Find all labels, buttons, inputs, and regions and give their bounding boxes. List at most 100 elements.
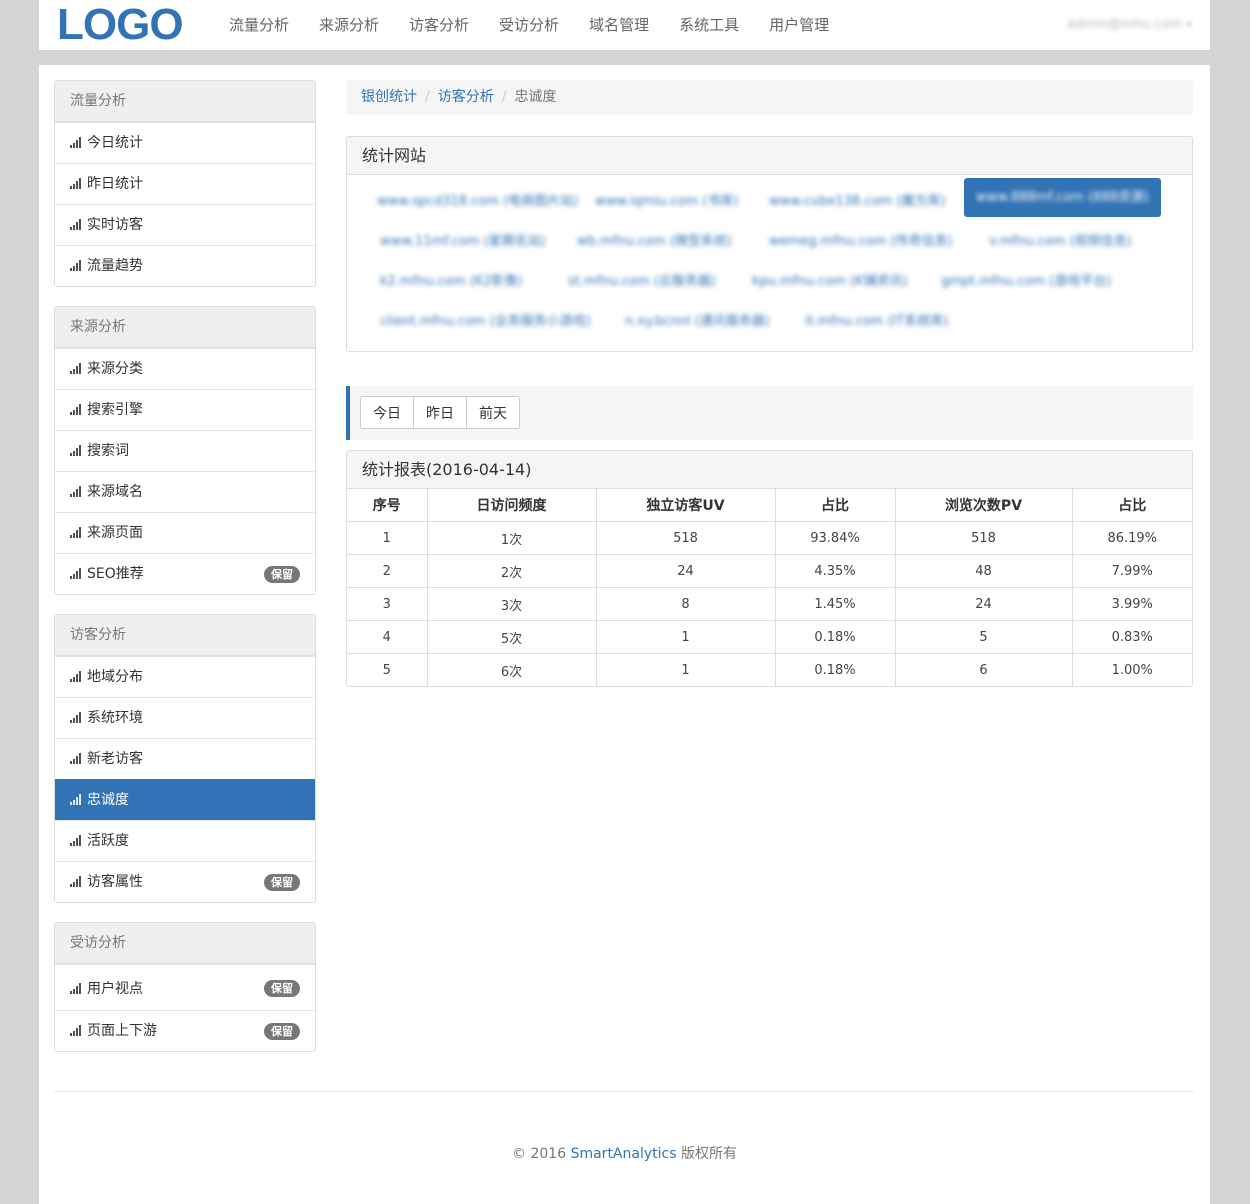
- site-link-active[interactable]: www.888mf.com (888资源): [964, 178, 1161, 217]
- today-button[interactable]: 今日: [360, 396, 414, 429]
- topnav-visited[interactable]: 受访分析: [484, 0, 574, 50]
- topnav-domain[interactable]: 域名管理: [574, 0, 664, 50]
- sidebar-panel-traffic: 流量分析 今日统计 昨日统计 实时访客 流量趋势: [54, 80, 316, 287]
- footer-divider: [54, 1091, 1194, 1092]
- reserved-badge: 保留: [264, 980, 300, 997]
- table-cell: 3次: [426, 587, 597, 621]
- signal-bars-icon: [70, 794, 83, 805]
- sidebar-item-label: 新老访客: [87, 751, 143, 767]
- table-cell: 5次: [426, 620, 597, 654]
- column-header: 日访问频度: [426, 489, 597, 522]
- table-cell: 48: [894, 554, 1073, 588]
- sidebar-item-new-returning[interactable]: 新老访客: [55, 738, 315, 779]
- logo[interactable]: LOGO: [57, 1, 184, 49]
- breadcrumb-parent[interactable]: 访客分析: [438, 89, 494, 105]
- table-cell: 3: [347, 587, 428, 621]
- table-header-row: 序号 日访问频度 独立访客UV 占比 浏览次数PV 占比: [347, 489, 1192, 522]
- sidebar-item-label: 来源域名: [87, 484, 143, 500]
- table-row: 2 2次 24 4.35% 48 7.99%: [347, 554, 1192, 588]
- site-link[interactable]: gmpt.mfnu.com (游戏平台): [941, 270, 1111, 289]
- table-cell: 4.35%: [774, 554, 896, 588]
- site-link[interactable]: www.11mf.com (星期名站): [380, 230, 546, 249]
- sidebar-heading: 流量分析: [55, 81, 315, 122]
- sidebar-panel-source: 来源分析 来源分类 搜索引擎 搜索词 来源域名 来源页面 SEO推荐 保留: [54, 306, 316, 595]
- column-header: 浏览次数PV: [894, 489, 1073, 522]
- site-link[interactable]: it.mfnu.com (IT系统库): [805, 310, 949, 329]
- sidebar-item-seo[interactable]: SEO推荐 保留: [55, 553, 315, 594]
- site-link[interactable]: n.xy.bcnnl (通讯服务器): [625, 310, 770, 329]
- site-link[interactable]: wb.mfnu.com (微型系统): [577, 230, 732, 249]
- site-link[interactable]: st.mfnu.com (云服务器): [568, 270, 716, 289]
- table-cell: 1: [595, 653, 776, 686]
- sidebar-item-label: 活跃度: [87, 833, 129, 849]
- signal-bars-icon: [70, 876, 83, 887]
- date-button-group: 今日 昨日 前天: [360, 396, 520, 429]
- site-link[interactable]: www.iqmiu.com (书库): [595, 190, 738, 209]
- site-link[interactable]: www.cube138.com (魔方库): [769, 190, 945, 209]
- sidebar-item-yesterday[interactable]: 昨日统计: [55, 163, 315, 204]
- sidebar-item-label: 来源页面: [87, 525, 143, 541]
- breadcrumb: 银创统计 / 访客分析 / 忠诚度: [346, 80, 1193, 115]
- user-menu[interactable]: admin@mhu.com: [1067, 17, 1192, 32]
- signal-bars-icon: [70, 983, 83, 994]
- sidebar-item-today[interactable]: 今日统计: [55, 122, 315, 163]
- site-link[interactable]: www.spcd318.com (电商图片站): [377, 190, 578, 209]
- footer: © 2016 SmartAnalytics 版权所有: [39, 1143, 1210, 1163]
- signal-bars-icon: [70, 445, 83, 456]
- sidebar-item-realtime[interactable]: 实时访客: [55, 204, 315, 245]
- sidebar-item-source-domain[interactable]: 来源域名: [55, 471, 315, 512]
- sidebar-item-trend[interactable]: 流量趋势: [55, 245, 315, 286]
- sidebar-item-label: SEO推荐: [87, 566, 144, 582]
- breadcrumb-current: 忠诚度: [514, 89, 557, 105]
- sidebar-item-activity[interactable]: 活跃度: [55, 820, 315, 861]
- table-cell: 2: [347, 554, 428, 588]
- yesterday-button[interactable]: 昨日: [413, 396, 467, 429]
- reserved-badge: 保留: [264, 874, 300, 891]
- sidebar-item-visitor-attr[interactable]: 访客属性 保留: [55, 861, 315, 902]
- report-panel: 统计报表(2016-04-14) 序号 日访问频度 独立访客UV 占比 浏览次数…: [346, 450, 1193, 687]
- reserved-badge: 保留: [264, 566, 300, 583]
- sidebar-item-label: 搜索引擎: [87, 402, 143, 418]
- site-link[interactable]: v.mfnu.com (视频信息): [989, 230, 1132, 249]
- table-cell: 2次: [426, 554, 597, 588]
- site-link[interactable]: kpu.mfnu.com (K铺资讯): [752, 270, 908, 289]
- table-cell: 8: [595, 587, 776, 621]
- sidebar-item-label: 地域分布: [87, 669, 143, 685]
- sidebar-item-user-viewpoint[interactable]: 用户视点 保留: [55, 964, 315, 1010]
- footer-brand-link[interactable]: SmartAnalytics: [571, 1146, 677, 1162]
- sidebar-item-loyalty[interactable]: 忠诚度: [55, 779, 315, 820]
- signal-bars-icon: [70, 753, 83, 764]
- site-link[interactable]: client.mfnu.com (业务服务小游戏): [380, 310, 591, 329]
- topnav-tools[interactable]: 系统工具: [664, 0, 754, 50]
- breadcrumb-separator: /: [501, 89, 507, 105]
- sidebar-item-system-env[interactable]: 系统环境: [55, 697, 315, 738]
- breadcrumb-root[interactable]: 银创统计: [361, 89, 417, 105]
- site-link[interactable]: k2.mfnu.com (K2影像): [380, 270, 523, 289]
- sidebar-item-region[interactable]: 地域分布: [55, 656, 315, 697]
- sidebar-panel-visitor: 访客分析 地域分布 系统环境 新老访客 忠诚度 活跃度 访客属性 保留: [54, 614, 316, 903]
- topnav-visitor[interactable]: 访客分析: [394, 0, 484, 50]
- topnav-traffic[interactable]: 流量分析: [214, 0, 304, 50]
- table-cell: 3.99%: [1071, 587, 1192, 621]
- sidebar-panel-visited: 受访分析 用户视点 保留 页面上下游 保留: [54, 922, 316, 1052]
- signal-bars-icon: [70, 671, 83, 682]
- sidebar-heading: 访客分析: [55, 615, 315, 656]
- topnav-source[interactable]: 来源分析: [304, 0, 394, 50]
- table-cell: 24: [595, 554, 776, 588]
- footer-copyright: © 2016: [512, 1146, 567, 1162]
- sidebar-item-search-term[interactable]: 搜索词: [55, 430, 315, 471]
- day-before-button[interactable]: 前天: [466, 396, 520, 429]
- sidebar-item-search-engine[interactable]: 搜索引擎: [55, 389, 315, 430]
- table-cell: 1.45%: [774, 587, 896, 621]
- site-link[interactable]: wemeg.mfnu.com (传奇信息): [769, 230, 953, 249]
- sidebar-item-label: 忠诚度: [87, 792, 129, 808]
- table-cell: 6: [894, 653, 1073, 686]
- sidebar-item-page-flow[interactable]: 页面上下游 保留: [55, 1010, 315, 1051]
- table-row: 3 3次 8 1.45% 24 3.99%: [347, 587, 1192, 621]
- sidebar-item-source-page[interactable]: 来源页面: [55, 512, 315, 553]
- sidebar-item-label: 页面上下游: [87, 1023, 157, 1039]
- topnav-users[interactable]: 用户管理: [754, 0, 844, 50]
- table-cell: 0.18%: [774, 653, 896, 686]
- sidebar-item-label: 昨日统计: [87, 176, 143, 192]
- sidebar-item-source-category[interactable]: 来源分类: [55, 348, 315, 389]
